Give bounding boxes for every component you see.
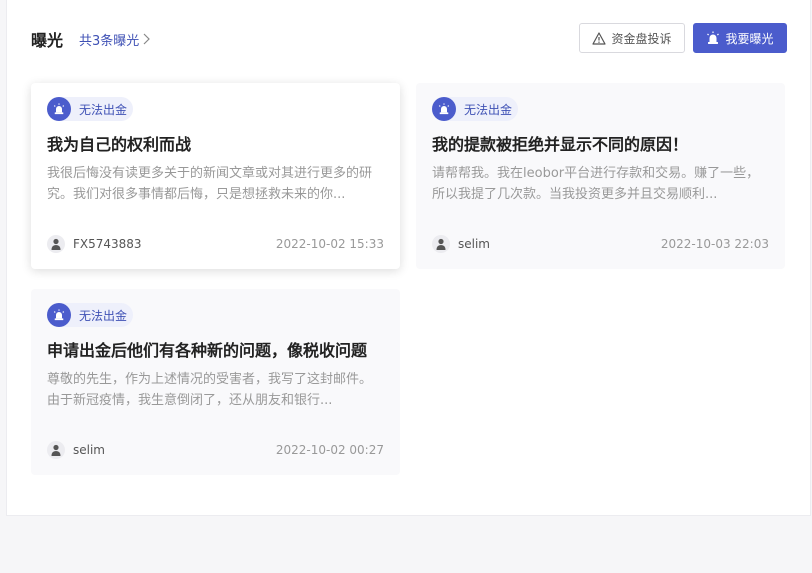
user-avatar-icon: [47, 235, 65, 253]
card-footer: FX5743883 2022-10-02 15:33: [47, 235, 384, 253]
card-excerpt: 尊敬的先生，作为上述情况的受害者，我写了这封邮件。由于新冠疫情，我生意倒闭了，还…: [47, 372, 373, 408]
author-name: FX5743883: [73, 237, 142, 251]
category-tag-label: 无法出金: [79, 102, 128, 117]
card-date: 2022-10-02 15:33: [275, 237, 384, 251]
exposure-count-link[interactable]: 共3条曝光: [79, 30, 151, 49]
chevron-right-icon: [143, 33, 151, 45]
card-date: 2022-10-02 00:27: [275, 443, 384, 457]
card-author: selim: [432, 235, 490, 253]
user-avatar-icon: [47, 441, 65, 459]
card-title[interactable]: 我为自己的权利而战: [47, 131, 384, 155]
alarm-light-icon: [432, 97, 456, 121]
card-excerpt: 请帮帮我。我在leobor平台进行存款和交易。赚了一些，所以我提了几次款。当我投…: [432, 166, 760, 202]
category-tag: 无法出金: [47, 97, 134, 121]
author-name: selim: [458, 237, 490, 251]
exposure-count-label: 共3条曝光: [79, 33, 140, 49]
warning-icon: [592, 31, 607, 45]
exposure-card[interactable]: 无法出金 我为自己的权利而战 我很后悔没有读更多关于的新闻文章或对其进行更多的研…: [31, 83, 400, 269]
ponzi-complaint-label: 资金盘投诉: [611, 31, 672, 46]
card-author: selim: [47, 441, 105, 459]
card-footer: selim 2022-10-02 00:27: [47, 441, 384, 459]
ponzi-complaint-button[interactable]: 资金盘投诉: [579, 23, 685, 53]
card-title[interactable]: 申请出金后他们有各种新的问题，像税收问题: [47, 337, 384, 361]
card-excerpt: 我很后悔没有读更多关于的新闻文章或对其进行更多的研究。我们对很多事情都后悔，只是…: [47, 166, 373, 202]
card-footer: selim 2022-10-03 22:03: [432, 235, 769, 253]
expose-label: 我要曝光: [725, 31, 774, 46]
section-header: 曝光 共3条曝光: [31, 26, 151, 52]
alarm-light-icon: [707, 31, 720, 44]
exposure-card[interactable]: 无法出金 申请出金后他们有各种新的问题，像税收问题 尊敬的先生，作为上述情况的受…: [31, 289, 400, 475]
page-title: 曝光: [31, 31, 64, 50]
alarm-light-icon: [47, 97, 71, 121]
author-name: selim: [73, 443, 105, 457]
card-date: 2022-10-03 22:03: [660, 237, 769, 251]
alarm-light-icon: [47, 303, 71, 327]
exposure-panel: 曝光 共3条曝光 资金盘投诉 我要曝光 无法出金 我为自己的权利而战 我很后悔没…: [6, 0, 811, 516]
category-tag: 无法出金: [47, 303, 134, 327]
card-title[interactable]: 我的提款被拒绝并显示不同的原因！: [432, 131, 769, 155]
user-avatar-icon: [432, 235, 450, 253]
category-tag: 无法出金: [432, 97, 519, 121]
exposure-card[interactable]: 无法出金 我的提款被拒绝并显示不同的原因！ 请帮帮我。我在leobor平台进行存…: [416, 83, 785, 269]
card-author: FX5743883: [47, 235, 142, 253]
category-tag-label: 无法出金: [464, 102, 513, 117]
expose-button[interactable]: 我要曝光: [693, 23, 787, 53]
category-tag-label: 无法出金: [79, 308, 128, 323]
